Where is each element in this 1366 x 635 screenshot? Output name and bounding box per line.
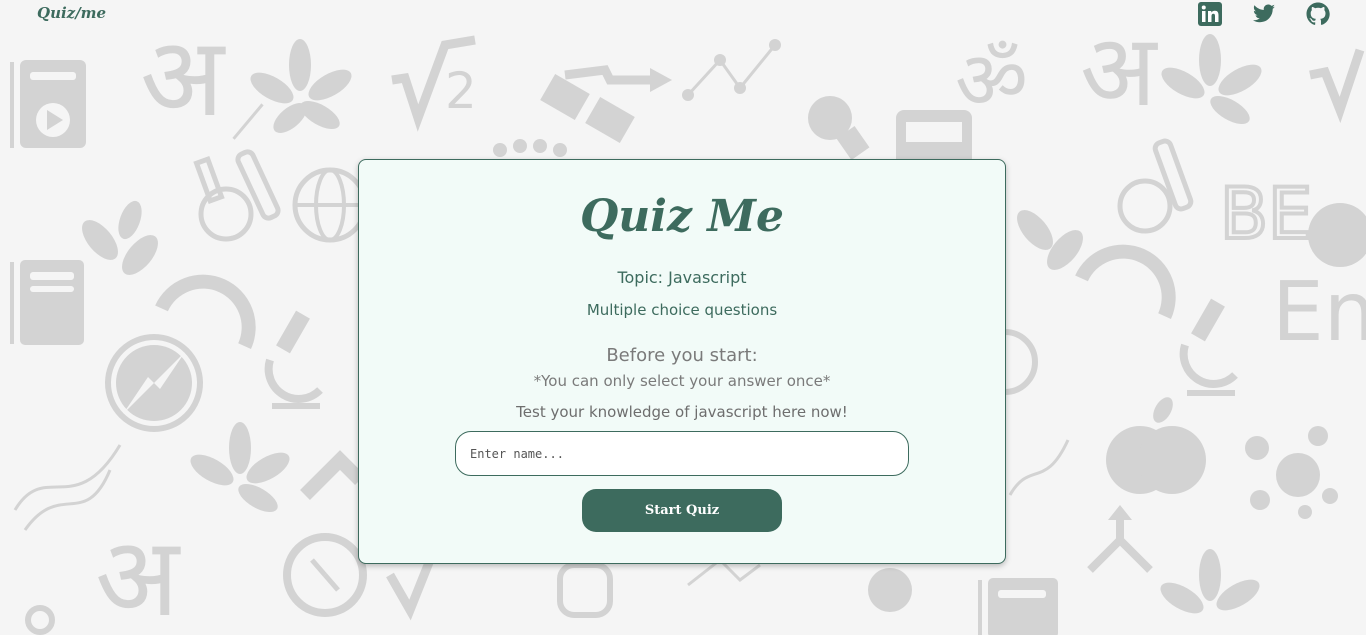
molecules-icon [1245,426,1338,519]
question-type: Multiple choice questions [586,301,778,319]
flask-icon [1117,138,1194,234]
clock-icon [283,533,367,617]
github-icon[interactable] [1306,2,1330,26]
team-icon [493,139,567,157]
devanagari-a-icon: अ [1080,12,1158,129]
expand-icon [1087,505,1153,573]
sqrt-2-icon [1309,48,1365,124]
sqrt-2-icon: 2 [391,35,477,132]
name-input[interactable] [455,431,909,476]
earth-icon [1308,203,1366,267]
om-icon: ॐ [955,34,1028,127]
answer-rule: *You can only select your answer once* [533,372,831,390]
sqrt-2-icon [386,558,435,621]
quiz-topic: Topic: Javascript [617,268,747,287]
video-book-icon [10,60,86,148]
flask-icon [193,149,281,242]
quiz-start-card: Quiz Me Topic: Javascript Multiple choic… [358,159,1006,564]
hand-icon [557,562,613,618]
arrow-icon [300,450,365,500]
social-links [1198,2,1330,26]
before-you-start-heading: Before you start: [606,345,758,366]
brand-logo[interactable]: Quiz/me [37,4,106,22]
quiz-tagline: Test your knowledge of javascript here n… [516,403,848,421]
circle-icon [25,605,55,635]
compass-icon [105,334,203,432]
english-icon: En [1272,265,1366,360]
devanagari-a-icon: अ [95,513,181,635]
leaf-icon [1160,549,1260,614]
be-icon: BE [1220,173,1312,255]
apple-icon [1106,397,1206,494]
svg-text:2: 2 [445,62,477,120]
leaf-icon [232,39,352,140]
leaf-icon [190,422,290,512]
twitter-icon[interactable] [1252,2,1276,26]
quiz-title: Quiz Me [579,191,785,242]
devanagari-a-icon: अ [140,13,226,141]
start-quiz-button[interactable]: Start Quiz [582,489,782,532]
globe-icon [292,167,368,243]
linkedin-icon[interactable] [1198,2,1222,26]
leaf-icon [1161,34,1262,124]
